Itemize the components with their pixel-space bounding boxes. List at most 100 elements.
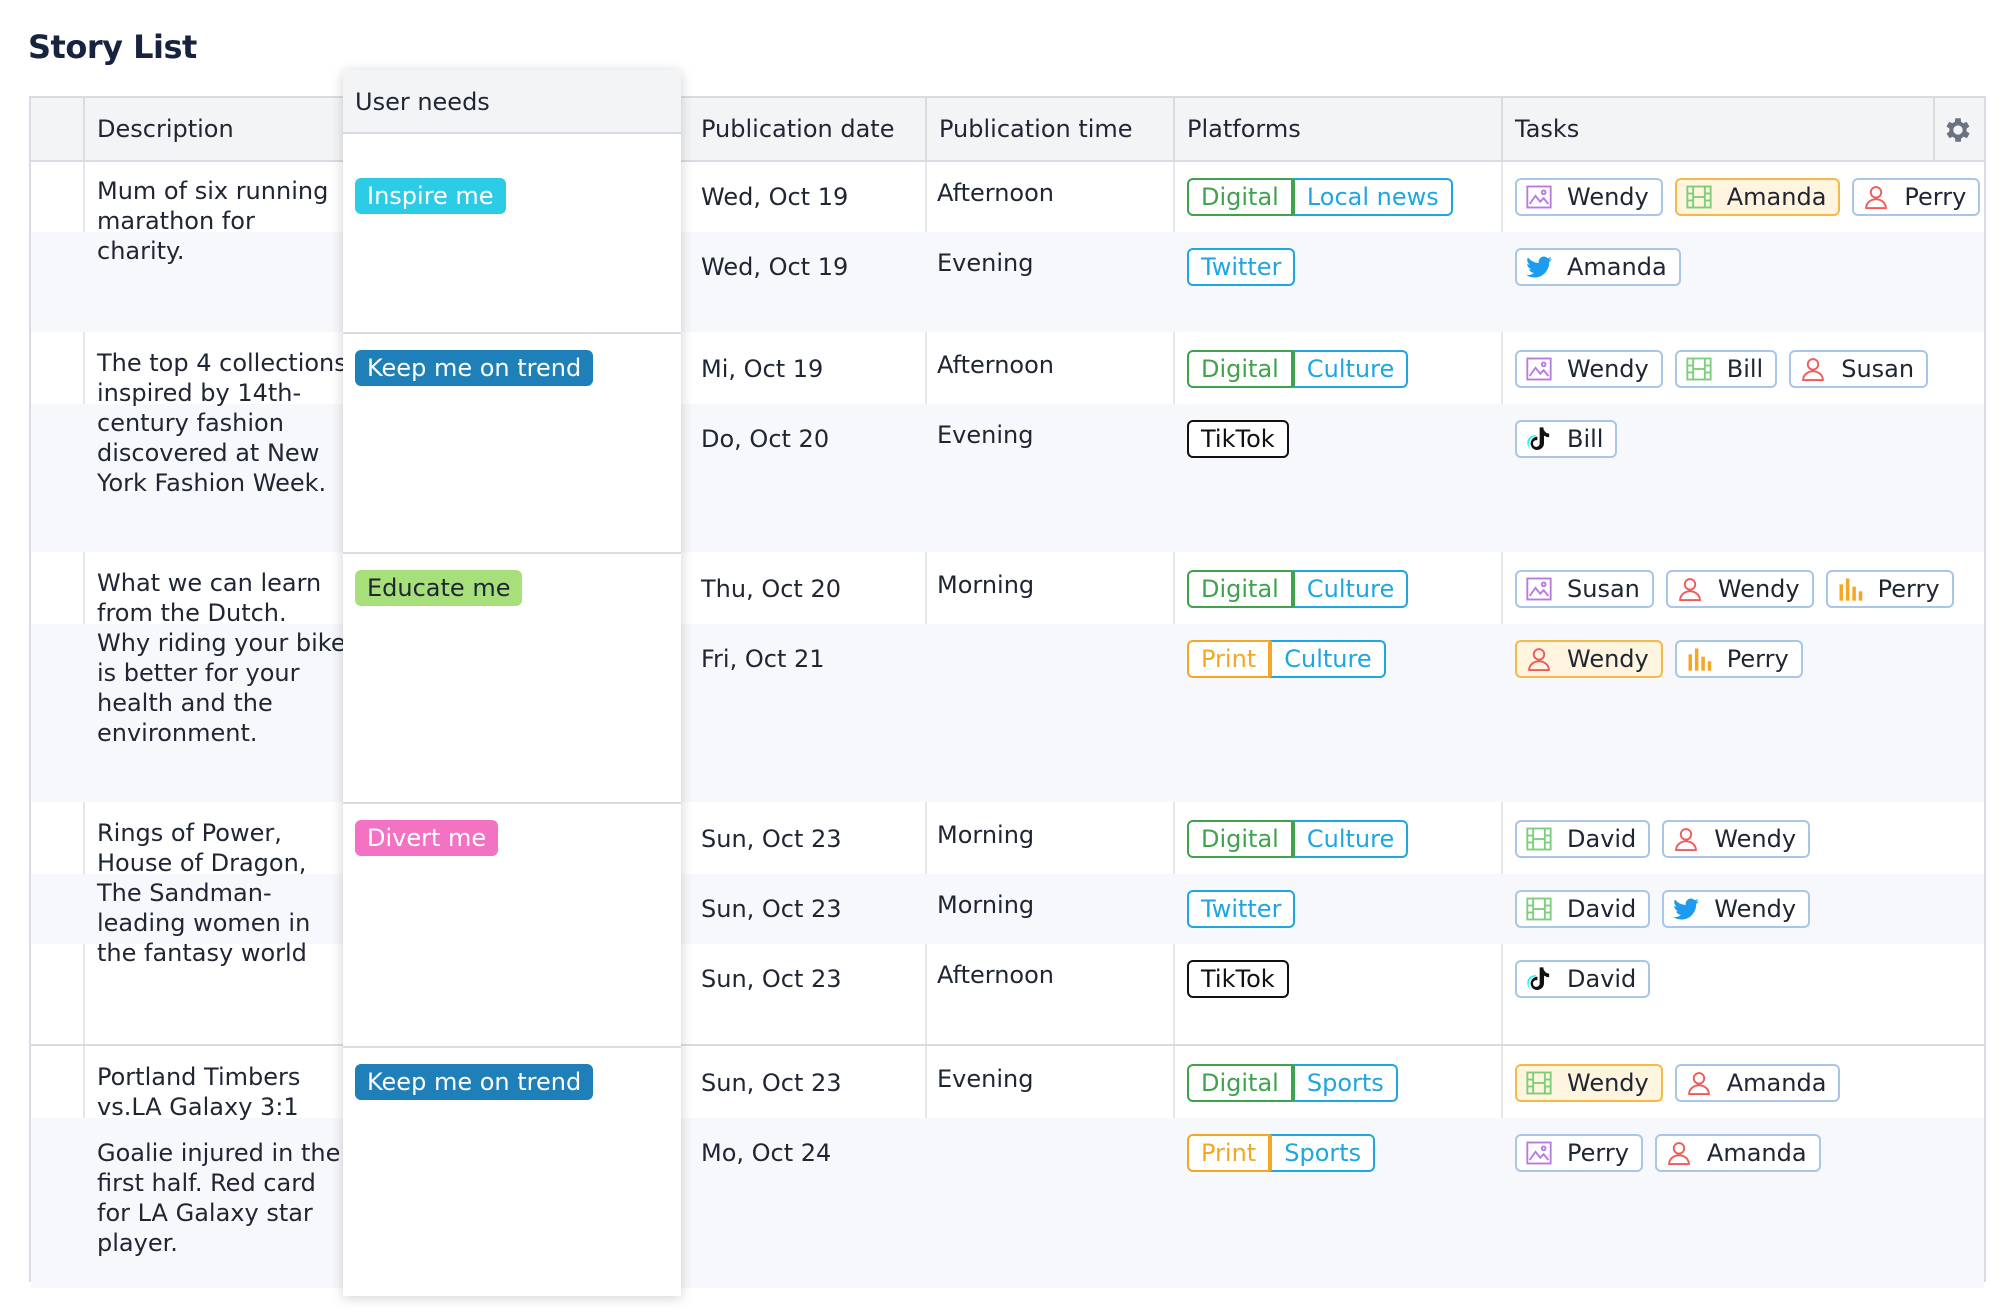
platform-tag[interactable]: TikTok — [1187, 960, 1289, 998]
platform-tag[interactable]: Digital Culture — [1187, 820, 1409, 858]
task-chip[interactable]: Wendy — [1515, 1064, 1663, 1102]
user-need-cell[interactable]: Divert me — [343, 804, 681, 1048]
publication-date[interactable]: Fri, Oct 21 — [701, 644, 825, 674]
column-header-publication-time[interactable]: Publication time — [927, 98, 1133, 160]
platform-tag[interactable]: Digital Sports — [1187, 1064, 1398, 1102]
story-row[interactable]: Thu, Oct 20 Morning Digital Culture Susan Wen… — [31, 554, 1984, 802]
task-chip[interactable]: Bill — [1674, 350, 1778, 388]
task-chip[interactable]: Wendy — [1662, 890, 1811, 928]
publication-time[interactable]: Evening — [937, 420, 1033, 450]
platform-tiktok[interactable]: TikTok — [1187, 420, 1289, 458]
story-row[interactable]: Sun, Oct 23 Morning Digital Culture David Wen… — [31, 804, 1984, 1046]
platform-tag[interactable]: Twitter — [1187, 890, 1296, 928]
user-need-cell[interactable]: Keep me on trend — [343, 1048, 681, 1290]
publication-time[interactable]: Afternoon — [937, 350, 1054, 380]
platform-print[interactable]: Print — [1187, 640, 1271, 678]
story-row[interactable]: Mi, Oct 19 Afternoon Digital Culture Wendy Bi… — [31, 334, 1984, 552]
publication-time[interactable]: Evening — [937, 1064, 1033, 1094]
user-need-cell[interactable]: Inspire me — [343, 162, 681, 334]
column-header-description[interactable]: Description — [85, 98, 234, 160]
task-chip[interactable]: Perry — [1515, 1134, 1643, 1172]
user-need-badge[interactable]: Keep me on trend — [355, 1064, 594, 1100]
user-need-badge[interactable]: Educate me — [355, 570, 523, 606]
platform-print[interactable]: Print — [1187, 1134, 1271, 1172]
task-chip[interactable]: Susan — [1789, 350, 1929, 388]
platform-digital[interactable]: Digital — [1187, 178, 1293, 216]
publication-time[interactable]: Morning — [937, 570, 1034, 600]
platform-local-news[interactable]: Local news — [1292, 178, 1453, 216]
story-description[interactable]: What we can learn from the Dutch. Why ri… — [97, 568, 347, 748]
publication-date[interactable]: Mo, Oct 24 — [701, 1138, 831, 1168]
task-chip[interactable]: Wendy — [1515, 178, 1663, 216]
publication-time[interactable]: Afternoon — [937, 960, 1054, 990]
task-chip[interactable]: Wendy — [1515, 640, 1663, 678]
platform-tiktok[interactable]: TikTok — [1187, 960, 1289, 998]
platform-tag[interactable]: TikTok — [1187, 420, 1289, 458]
publication-date[interactable]: Mi, Oct 19 — [701, 354, 823, 384]
task-chip[interactable]: Amanda — [1674, 1064, 1841, 1102]
story-description[interactable]: Portland Timbers vs.LA Galaxy 3:1 Goalie … — [97, 1062, 347, 1258]
publication-date[interactable]: Sun, Oct 23 — [701, 1068, 842, 1098]
task-chip[interactable]: Wendy — [1515, 350, 1663, 388]
publication-date[interactable]: Thu, Oct 20 — [701, 574, 841, 604]
story-description[interactable]: The top 4 collections inspired by 14th-c… — [97, 348, 347, 498]
task-chip[interactable]: David — [1515, 820, 1651, 858]
platform-sports[interactable]: Sports — [1270, 1134, 1376, 1172]
task-chip[interactable]: David — [1515, 890, 1651, 928]
platform-sports[interactable]: Sports — [1292, 1064, 1398, 1102]
publication-date[interactable]: Sun, Oct 23 — [701, 824, 842, 854]
publication-time[interactable]: Evening — [937, 248, 1033, 278]
task-chip[interactable]: Wendy — [1665, 570, 1814, 608]
task-chip[interactable]: Perry — [1825, 570, 1954, 608]
platform-digital[interactable]: Digital — [1187, 820, 1293, 858]
task-chip[interactable]: Bill — [1515, 420, 1618, 458]
user-need-cell[interactable]: Educate me — [343, 554, 681, 804]
task-chip[interactable]: Amanda — [1515, 248, 1681, 286]
task-chip[interactable]: Amanda — [1654, 1134, 1821, 1172]
user-needs-column-panel[interactable]: User needs Inspire me Keep me on trend Edu… — [343, 70, 681, 1296]
platform-twitter[interactable]: Twitter — [1187, 890, 1296, 928]
platform-twitter[interactable]: Twitter — [1187, 248, 1296, 286]
story-description[interactable]: Rings of Power, House of Dragon, The San… — [97, 818, 347, 968]
user-need-cell[interactable]: Keep me on trend — [343, 334, 681, 554]
platform-digital[interactable]: Digital — [1187, 570, 1293, 608]
platform-digital[interactable]: Digital — [1187, 350, 1293, 388]
column-header-user-needs[interactable]: User needs — [343, 70, 681, 134]
task-chip[interactable]: David — [1515, 960, 1651, 998]
platform-culture[interactable]: Culture — [1292, 570, 1409, 608]
column-header-tasks[interactable]: Tasks — [1503, 98, 1579, 160]
story-row[interactable]: Sun, Oct 23 Evening Digital Sports Wendy Aman… — [31, 1048, 1984, 1288]
publication-date[interactable]: Sun, Oct 23 — [701, 894, 842, 924]
platform-tag[interactable]: Digital Culture — [1187, 570, 1409, 608]
film-icon — [1525, 895, 1553, 923]
story-description[interactable]: Mum of six running marathon for charity. — [97, 176, 347, 266]
user-need-badge[interactable]: Keep me on trend — [355, 350, 594, 386]
task-chip[interactable]: Susan — [1515, 570, 1654, 608]
task-chip[interactable]: Wendy — [1662, 820, 1811, 858]
publication-date[interactable]: Do, Oct 20 — [701, 424, 829, 454]
platform-digital[interactable]: Digital — [1187, 1064, 1293, 1102]
column-header-platforms[interactable]: Platforms — [1175, 98, 1301, 160]
platform-tag[interactable]: Print Sports — [1187, 1134, 1376, 1172]
task-chip[interactable]: Perry — [1852, 178, 1981, 216]
column-header-publication-date[interactable]: Publication date — [689, 98, 894, 160]
publication-time[interactable]: Morning — [937, 820, 1034, 850]
gear-icon[interactable] — [1942, 114, 1974, 146]
publication-date[interactable]: Sun, Oct 23 — [701, 964, 842, 994]
user-need-badge[interactable]: Inspire me — [355, 178, 506, 214]
platform-culture[interactable]: Culture — [1292, 820, 1409, 858]
platform-tag[interactable]: Digital Local news — [1187, 178, 1453, 216]
platform-tag[interactable]: Print Culture — [1187, 640, 1386, 678]
publication-date[interactable]: Wed, Oct 19 — [701, 252, 848, 282]
platform-culture[interactable]: Culture — [1270, 640, 1386, 678]
publication-date[interactable]: Wed, Oct 19 — [701, 182, 848, 212]
story-row[interactable]: Wed, Oct 19 Afternoon Digital Local news Wen… — [31, 162, 1984, 332]
platform-tag[interactable]: Twitter — [1187, 248, 1296, 286]
platform-tag[interactable]: Digital Culture — [1187, 350, 1409, 388]
publication-time[interactable]: Morning — [937, 890, 1034, 920]
platform-culture[interactable]: Culture — [1292, 350, 1409, 388]
task-chip[interactable]: Amanda — [1674, 178, 1841, 216]
user-need-badge[interactable]: Divert me — [355, 820, 499, 856]
task-chip[interactable]: Perry — [1674, 640, 1803, 678]
publication-time[interactable]: Afternoon — [937, 178, 1054, 208]
